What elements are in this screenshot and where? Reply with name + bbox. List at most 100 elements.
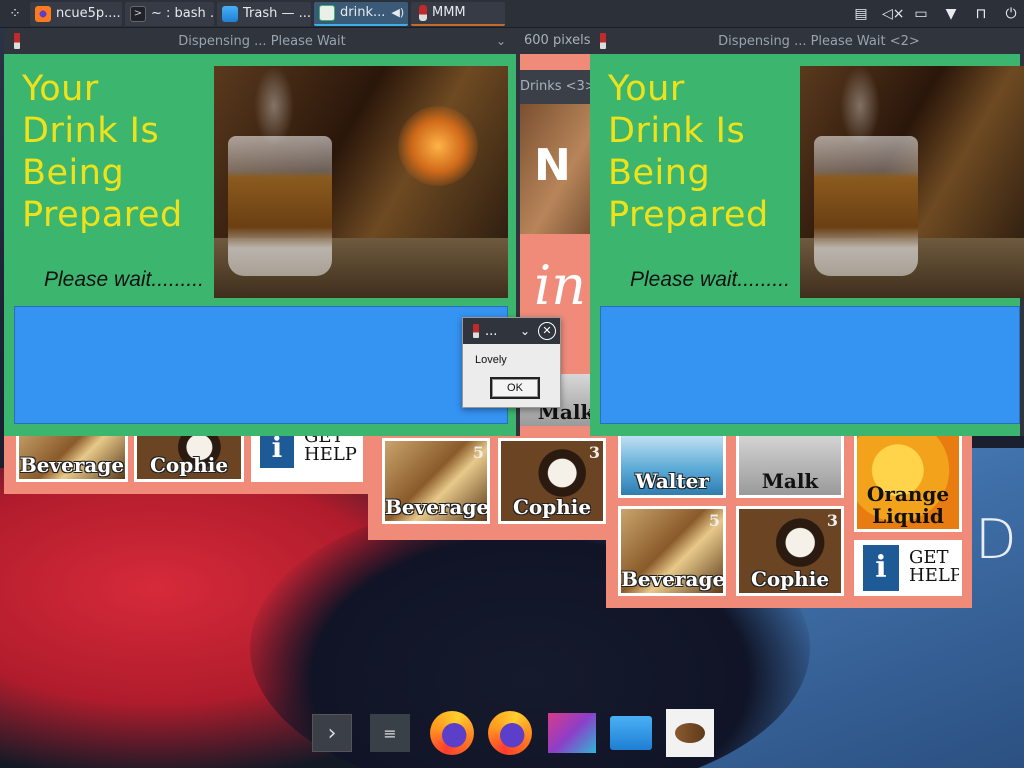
wait-message: Please wait......... — [44, 268, 204, 291]
photo-glass — [228, 136, 332, 276]
mixer-icon[interactable]: ≡ — [370, 714, 410, 752]
drink-photo — [214, 66, 508, 298]
tile-label: Cophie — [149, 453, 229, 477]
heading-line: Prepared — [608, 195, 769, 235]
photo-flame — [398, 106, 478, 186]
bottom-dock: › ≡ — [300, 707, 724, 768]
task-trash[interactable]: Trash — ... — [217, 1, 311, 26]
task-label: MMM — [432, 5, 466, 20]
mixer-glyph: ≡ — [383, 723, 397, 743]
wine-glass-icon — [14, 33, 20, 49]
window-titlebar[interactable]: Dispensing ... Please Wait ⌄ — [4, 28, 520, 54]
window-title: Dispensing ... Please Wait — [178, 33, 346, 49]
tile-label: Beverage — [19, 453, 125, 477]
tile-walter[interactable]: Walter — [618, 428, 726, 498]
tile-beverage[interactable]: 5 Beverage — [618, 506, 726, 596]
heading-line: Drink Is — [608, 111, 746, 151]
task-label: drink... — [340, 5, 386, 20]
window-titlebar[interactable]: Dispensing ... Please Wait <2> — [590, 28, 1024, 54]
dialog-titlebar[interactable]: ... ⌄ ✕ — [463, 318, 560, 344]
dispense-panel: Your Drink Is Being Prepared Please wait… — [590, 54, 1024, 436]
firefox-icon[interactable] — [430, 711, 474, 755]
close-icon[interactable]: ✕ — [538, 322, 556, 340]
task-firefox[interactable]: ncue5p.... — [30, 1, 122, 26]
tile-orange-liquid[interactable]: Orange Liquid — [854, 428, 962, 532]
drink-photo — [800, 66, 1024, 298]
folder-icon[interactable] — [610, 716, 652, 750]
kde-connect-icon[interactable] — [548, 713, 596, 753]
task-label: ncue5p.... — [56, 6, 121, 21]
task-label: ~ : bash ... — [151, 6, 214, 21]
heading-line: Your — [22, 69, 99, 109]
tile-label: Malk — [761, 469, 819, 493]
wine-glass-icon — [600, 33, 606, 49]
dialog-title: ... — [485, 323, 498, 339]
clipboard-icon[interactable]: ▤ — [852, 6, 870, 22]
dispense-window-2: Dispensing ... Please Wait <2> Your Drin… — [590, 28, 1024, 436]
folder-icon — [222, 5, 238, 22]
dispense-window-1: Dispensing ... Please Wait ⌄ Your Drink … — [4, 28, 520, 436]
tile-number: 3 — [826, 511, 838, 530]
tile-beverage[interactable]: 5 Beverage — [382, 438, 490, 524]
tile-malk[interactable]: Malk — [736, 428, 844, 498]
dialog-message: Lovely — [475, 354, 507, 366]
heading-line: Being — [22, 153, 125, 193]
wallpaper-letter: D — [975, 508, 1017, 571]
dispense-heading: Your Drink Is Being Prepared — [608, 68, 769, 236]
progress-area — [600, 306, 1020, 424]
drink-menu-window-right: Walter Malk Orange Liquid 5 Beverage 3 C… — [606, 420, 972, 608]
expand-arrow-icon[interactable]: ▼ — [942, 6, 960, 22]
terminal-icon[interactable]: › — [312, 714, 352, 752]
tile-label: Orange Liquid — [866, 482, 950, 528]
wine-glass-icon — [473, 324, 479, 338]
firefox-icon — [35, 5, 51, 22]
network-icon[interactable]: ▭ — [912, 6, 930, 22]
heading-line: Your — [608, 69, 685, 109]
info-icon: i — [863, 545, 899, 591]
audio-playing-icon: ◀) — [391, 6, 405, 19]
task-drink-app[interactable]: drink... ◀) — [314, 1, 408, 26]
task-bash[interactable]: > ~ : bash ... — [125, 1, 214, 26]
lock-icon[interactable]: ⊓ — [972, 6, 990, 22]
tile-label: Walter — [635, 469, 709, 493]
top-taskbar: ⁘ ncue5p.... > ~ : bash ... Trash — ... … — [0, 0, 1024, 28]
tile-label: Beverage — [385, 495, 490, 519]
tile-label: GET HELP — [909, 547, 962, 586]
coffee-bean-icon[interactable] — [666, 709, 714, 757]
tile-cophie[interactable]: 3 Cophie — [498, 438, 606, 524]
firefox-icon[interactable] — [488, 711, 532, 755]
tile-number: 5 — [472, 443, 484, 462]
tile-label: Cophie — [750, 567, 830, 591]
tile-number: 5 — [708, 511, 720, 530]
chevron-down-icon[interactable]: ⌄ — [520, 324, 538, 338]
tile-number: 3 — [588, 443, 600, 462]
message-dialog: ... ⌄ ✕ Lovely OK — [462, 317, 561, 408]
ok-button[interactable]: OK — [490, 377, 540, 399]
chevron-down-icon[interactable]: ⌄ — [496, 34, 520, 48]
wait-message: Please wait......... — [630, 268, 790, 291]
tile-label: Beverage — [621, 567, 726, 591]
photo-steam — [840, 66, 880, 146]
terminal-icon: > — [130, 5, 146, 22]
heading-line: Prepared — [22, 195, 183, 235]
window-title-fragment: Drinks <3> — [520, 79, 596, 94]
wine-glass-icon — [419, 4, 427, 21]
task-label: Trash — ... — [243, 6, 311, 21]
tile-get-help[interactable]: i GET HELP — [854, 540, 962, 596]
power-icon[interactable]: ⏻ — [1002, 6, 1020, 22]
app-launcher-icon[interactable]: ⁘ — [0, 0, 30, 28]
drink-app-icon — [319, 4, 335, 21]
progress-area — [14, 306, 508, 424]
photo-steam — [254, 66, 294, 146]
banner-letters: in — [534, 254, 587, 317]
window-title: Dispensing ... Please Wait <2> — [718, 33, 920, 49]
coffee-bean-shape — [675, 723, 705, 743]
system-tray: ▤ ◁× ▭ ▼ ⊓ ⏻ — [852, 0, 1020, 28]
tile-cophie[interactable]: 3 Cophie — [736, 506, 844, 596]
task-mmm[interactable]: MMM — [411, 1, 505, 26]
volume-muted-icon[interactable]: ◁× — [882, 6, 905, 22]
dispense-panel: Your Drink Is Being Prepared Please wait… — [4, 54, 516, 436]
photo-glass — [814, 136, 918, 276]
dispense-heading: Your Drink Is Being Prepared — [22, 68, 183, 236]
heading-line: Being — [608, 153, 711, 193]
